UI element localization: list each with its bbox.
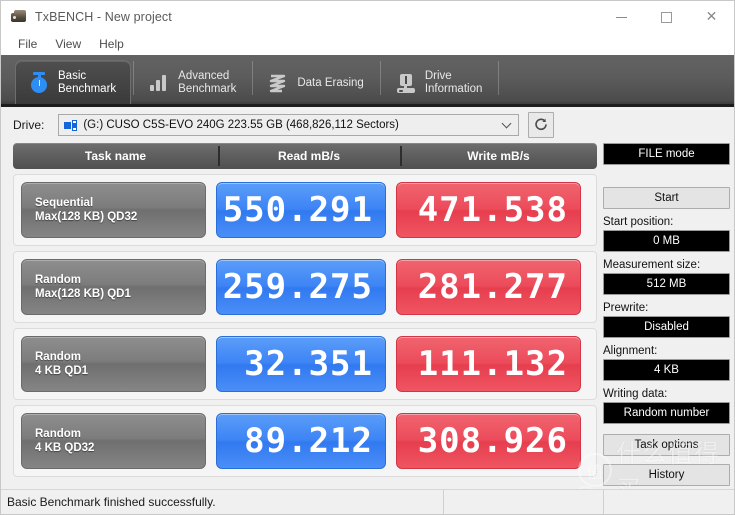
alignment-label: Alignment:: [603, 345, 658, 357]
file-mode-field[interactable]: FILE mode: [603, 143, 730, 165]
start-button[interactable]: Start: [603, 187, 730, 209]
app-disk-icon: [10, 8, 28, 26]
writing-data-field[interactable]: Random number: [603, 402, 730, 424]
status-bar: Basic Benchmark finished successfully.: [1, 489, 734, 514]
menu-view[interactable]: View: [46, 35, 90, 53]
task-button-sequential-qd32[interactable]: Sequential Max(128 KB) QD32: [21, 182, 206, 238]
write-value: 281.277: [417, 267, 568, 307]
menu-help[interactable]: Help: [90, 35, 133, 53]
read-value-cell: 89.212: [216, 413, 386, 469]
minimize-button[interactable]: [599, 1, 644, 33]
task-name-line2: 4 KB QD32: [35, 442, 95, 454]
tab-advanced-benchmark[interactable]: Advanced Benchmark: [136, 62, 250, 104]
status-message: Basic Benchmark finished successfully.: [1, 490, 444, 514]
task-name-line1: Random: [35, 274, 81, 286]
task-name-line2: Max(128 KB) QD1: [35, 288, 131, 300]
task-name-line2: Max(128 KB) QD32: [35, 211, 138, 223]
write-value-cell: 308.926: [396, 413, 581, 469]
menu-file[interactable]: File: [9, 35, 46, 53]
table-row: Sequential Max(128 KB) QD32 550.291 471.…: [13, 174, 597, 246]
read-value: 550.291: [222, 190, 373, 230]
measurement-size-field[interactable]: 512 MB: [603, 273, 730, 295]
close-icon[interactable]: ✕: [689, 1, 734, 33]
maximize-button[interactable]: [644, 1, 689, 33]
tab-basic-benchmark[interactable]: Basic Benchmark: [15, 60, 132, 104]
menu-bar: File View Help: [1, 33, 734, 55]
status-segment-2: [444, 490, 604, 514]
tab-drive-information[interactable]: Drive Information: [383, 62, 497, 104]
write-value: 308.926: [417, 421, 568, 461]
drive-selector-row: Drive: (G:) CUSO C5S-EVO 240G 223.55 GB …: [1, 107, 734, 143]
task-name-line2: 4 KB QD1: [35, 365, 89, 377]
window-title: TxBENCH - New project: [35, 10, 172, 24]
column-header-read: Read mB/s: [218, 143, 400, 169]
results-table: Task name Read mB/s Write mB/s Sequentia…: [13, 143, 597, 490]
task-options-button[interactable]: Task options: [603, 434, 730, 456]
status-segment-3: [604, 490, 734, 514]
tab-divider: [252, 60, 254, 95]
task-name-line1: Random: [35, 351, 81, 363]
write-value-cell: 281.277: [396, 259, 581, 315]
write-value: 111.132: [417, 344, 568, 384]
results-header-row: Task name Read mB/s Write mB/s: [13, 143, 597, 169]
measurement-size-label: Measurement size:: [603, 259, 701, 271]
start-position-field[interactable]: 0 MB: [603, 230, 730, 252]
drive-selected-value: (G:) CUSO C5S-EVO 240G 223.55 GB (468,82…: [83, 119, 399, 131]
column-header-task-name: Task name: [84, 149, 147, 163]
prewrite-field[interactable]: Disabled: [603, 316, 730, 338]
table-row: Random 4 KB QD32 89.212 308.926: [13, 405, 597, 477]
drive-combobox[interactable]: (G:) CUSO C5S-EVO 240G 223.55 GB (468,82…: [58, 114, 520, 136]
read-value-cell: 32.351: [216, 336, 386, 392]
task-name-line1: Random: [35, 428, 81, 440]
tab-data-erasing[interactable]: Data Erasing: [255, 62, 377, 104]
write-value-cell: 471.538: [396, 182, 581, 238]
bar-chart-icon: [148, 71, 170, 95]
writing-data-label: Writing data:: [603, 388, 668, 400]
title-bar: TxBENCH - New project ✕: [1, 1, 734, 33]
tab-advanced-benchmark-label: Advanced Benchmark: [178, 70, 237, 95]
task-button-random-4kb-qd32[interactable]: Random 4 KB QD32: [21, 413, 206, 469]
task-name-line1: Sequential: [35, 197, 94, 209]
tab-drive-information-label: Drive Information: [424, 70, 483, 95]
write-value-cell: 111.132: [396, 336, 581, 392]
read-value-cell: 550.291: [216, 182, 386, 238]
start-position-label: Start position:: [603, 216, 674, 228]
zigzag-erase-icon: [267, 71, 289, 95]
tab-divider: [498, 60, 500, 95]
table-row: Random Max(128 KB) QD1 259.275 281.277: [13, 251, 597, 323]
refresh-icon: [535, 118, 548, 131]
refresh-button[interactable]: [528, 112, 555, 138]
read-value: 89.212: [244, 421, 373, 461]
window-controls: ✕: [599, 1, 734, 33]
tab-divider: [133, 60, 135, 95]
read-value-cell: 259.275: [216, 259, 386, 315]
drive-label: Drive:: [13, 118, 45, 132]
prewrite-label: Prewrite:: [603, 302, 649, 314]
tab-data-erasing-label: Data Erasing: [297, 76, 364, 89]
table-row: Random 4 KB QD1 32.351 111.132: [13, 328, 597, 400]
task-button-random-max-qd1[interactable]: Random Max(128 KB) QD1: [21, 259, 206, 315]
txbench-window: TxBENCH - New project ✕ File View Help B…: [0, 0, 735, 515]
tab-divider: [379, 60, 381, 95]
close-glyph: ✕: [705, 9, 718, 25]
tab-basic-benchmark-label: Basic Benchmark: [58, 69, 117, 95]
history-button[interactable]: History: [603, 464, 730, 486]
drive-info-icon: [395, 71, 417, 95]
write-value: 471.538: [417, 190, 568, 230]
read-value: 259.275: [222, 267, 373, 307]
stopwatch-icon: [28, 71, 50, 95]
column-header-write: Write mB/s: [400, 143, 597, 169]
side-panel: FILE mode Start Start position: 0 MB Mea…: [603, 143, 730, 490]
read-value: 32.351: [244, 344, 373, 384]
chevron-down-icon[interactable]: [503, 120, 511, 128]
alignment-field[interactable]: 4 KB: [603, 359, 730, 381]
task-button-random-4kb-qd1[interactable]: Random 4 KB QD1: [21, 336, 206, 392]
disk-drive-icon: [64, 119, 78, 131]
tab-strip: Basic Benchmark Advanced Benchmark Data …: [1, 55, 734, 107]
main-content: Task name Read mB/s Write mB/s Sequentia…: [1, 143, 734, 490]
